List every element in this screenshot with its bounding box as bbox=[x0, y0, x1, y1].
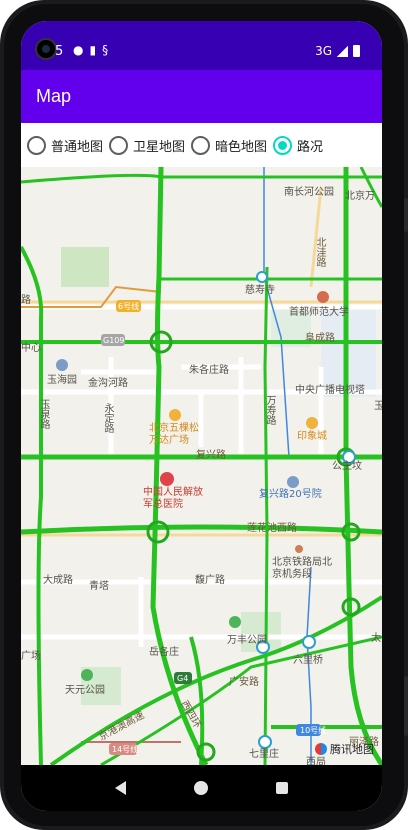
map-label: 万寿路 bbox=[264, 395, 275, 425]
map-label: 中国人民解放军总医院 bbox=[143, 487, 203, 510]
map-label: G109 bbox=[103, 336, 125, 345]
recents-icon[interactable] bbox=[276, 782, 288, 794]
radio-normal-map[interactable]: 普通地图 bbox=[27, 135, 104, 155]
radio-satellite-map[interactable]: 卫星地图 bbox=[109, 135, 186, 155]
map-label: 太 bbox=[371, 633, 381, 644]
sd-card-icon: ▮ bbox=[89, 43, 103, 57]
attribution-text: 腾讯地图 bbox=[330, 743, 374, 756]
map-label: 青塔 bbox=[89, 581, 109, 592]
map-label: 永定路 bbox=[102, 403, 113, 433]
network-type: 3G bbox=[315, 44, 332, 58]
map-label: 七里庄 bbox=[249, 749, 279, 760]
home-icon[interactable] bbox=[194, 781, 208, 795]
map-label: G4 bbox=[177, 674, 189, 683]
radio-button[interactable] bbox=[109, 135, 129, 155]
map-label: 西局 bbox=[306, 757, 326, 765]
map-label: 北京五棵松万达广场 bbox=[149, 423, 199, 446]
radio-traffic[interactable]: 路况 bbox=[273, 135, 324, 155]
map-label: 万丰公园 bbox=[227, 635, 267, 646]
power-button bbox=[404, 676, 408, 736]
back-icon[interactable] bbox=[115, 781, 126, 795]
radio-label: 路况 bbox=[297, 139, 324, 155]
map-type-radio-group: 普通地图 卫星地图 暗色地图 路况 bbox=[21, 123, 382, 167]
app-bar: Map bbox=[21, 70, 382, 123]
map-label: 复兴路 bbox=[196, 450, 226, 461]
sim-icon: § bbox=[102, 43, 115, 57]
map-label: 馥广路 bbox=[195, 575, 225, 586]
map-label: 玉 bbox=[374, 401, 382, 412]
map-label: 金沟河路 bbox=[88, 378, 128, 389]
map-label: 广场 bbox=[21, 651, 41, 662]
map-label: 印象城 bbox=[297, 431, 327, 442]
map-label: 六里桥 bbox=[293, 655, 323, 666]
signal-icon bbox=[337, 45, 348, 57]
radio-button[interactable] bbox=[273, 135, 293, 155]
radio-button[interactable] bbox=[27, 135, 46, 155]
status-bar: 5 ●▮§ 3G bbox=[21, 21, 382, 70]
map-label: 大成路 bbox=[43, 575, 73, 586]
map-label: 慈寿寺 bbox=[245, 285, 275, 296]
system-nav-bar bbox=[21, 765, 382, 811]
map-label: 中心 bbox=[21, 343, 41, 354]
map-label: 北京万 bbox=[345, 191, 375, 202]
radio-button[interactable] bbox=[191, 135, 211, 155]
map-view[interactable]: 南长河公园 北京万 北洼路 慈寿寺 路 6号线 首都师范大学 G109 阜成路 … bbox=[21, 167, 382, 765]
map-label: 莲花池西路 bbox=[247, 523, 297, 534]
screen: 5 ●▮§ 3G Map 普通地图 卫星地图 暗色地图 路况 南长河公园 北京万… bbox=[21, 21, 382, 811]
front-camera bbox=[35, 38, 57, 60]
map-label: 10号线 bbox=[300, 726, 327, 735]
park-area bbox=[61, 247, 109, 287]
map-label: 14号线 bbox=[112, 745, 139, 754]
map-label: 首都师范大学 bbox=[289, 307, 349, 318]
map-label: 南长河公园 bbox=[284, 187, 334, 198]
battery-icon bbox=[353, 45, 360, 57]
map-label: 路 bbox=[21, 295, 31, 306]
radio-label: 暗色地图 bbox=[215, 139, 268, 155]
map-label: 天元公园 bbox=[65, 685, 105, 696]
map-label: 玉海园 bbox=[47, 375, 77, 386]
notification-icons: ●▮§ bbox=[73, 43, 114, 57]
radio-label: 普通地图 bbox=[51, 139, 104, 155]
map-label: 岳各庄 bbox=[149, 647, 179, 658]
map-label: 阜成路 bbox=[305, 333, 335, 344]
radio-dark-map[interactable]: 暗色地图 bbox=[191, 135, 268, 155]
phone-frame: 5 ●▮§ 3G Map 普通地图 卫星地图 暗色地图 路况 南长河公园 北京万… bbox=[0, 0, 408, 830]
app-title: Map bbox=[36, 86, 72, 106]
volume-button bbox=[404, 198, 408, 232]
map-label: 北京铁路局北京机务段 bbox=[272, 557, 332, 580]
map-label: 公主坟 bbox=[332, 461, 362, 472]
map-label: 朱各庄路 bbox=[189, 365, 229, 376]
chat-icon: ● bbox=[73, 43, 90, 57]
map-label: 广安路 bbox=[229, 677, 259, 688]
map-label: 6号线 bbox=[118, 302, 140, 311]
status-time: 5 bbox=[55, 44, 64, 59]
map-label: 北洼路 bbox=[314, 237, 325, 267]
poi-markers bbox=[56, 291, 329, 681]
radio-label: 卫星地图 bbox=[133, 139, 186, 155]
status-right-group: 3G bbox=[315, 44, 360, 58]
map-attribution: 腾讯地图 bbox=[315, 741, 374, 757]
map-label: 玉泉路 bbox=[38, 399, 49, 429]
tencent-map-logo-icon bbox=[315, 743, 327, 755]
map-label: 复兴路20号院 bbox=[259, 489, 322, 500]
map-canvas[interactable] bbox=[21, 167, 382, 765]
metro-lines bbox=[263, 167, 312, 765]
map-label: 中央广播电视塔 bbox=[295, 385, 365, 396]
